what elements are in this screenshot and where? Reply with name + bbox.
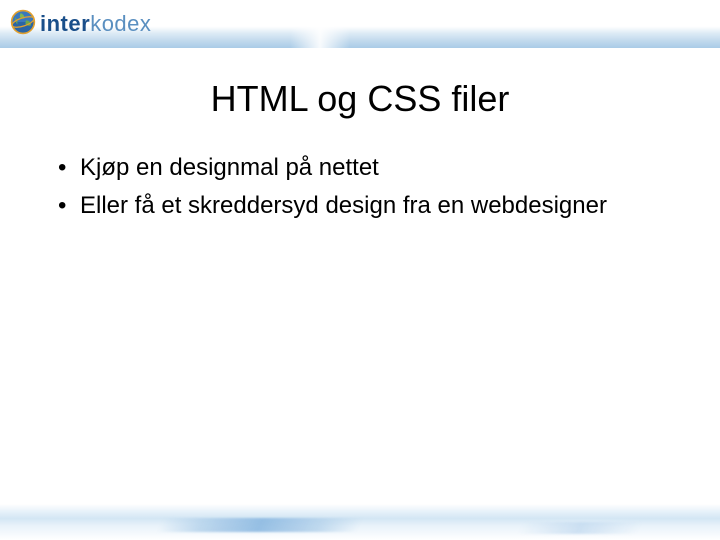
- slide-content: HTML og CSS filer Kjøp en designmal på n…: [0, 48, 720, 223]
- footer-accent: [517, 522, 643, 534]
- globe-icon: [10, 9, 36, 40]
- footer-accent: [157, 518, 364, 532]
- brand-part2: kodex: [90, 11, 151, 36]
- bullet-list: Kjøp en designmal på nettet Eller få et …: [40, 152, 680, 223]
- list-item: Eller få et skreddersyd design fra en we…: [58, 190, 680, 222]
- brand-logo: interkodex: [10, 9, 151, 40]
- header-bar: interkodex: [0, 0, 720, 48]
- slide-title: HTML og CSS filer: [40, 78, 680, 120]
- list-item: Kjøp en designmal på nettet: [58, 152, 680, 184]
- header-accent: [290, 0, 350, 48]
- brand-text: interkodex: [40, 11, 151, 37]
- footer-band: [0, 504, 720, 540]
- brand-part1: inter: [40, 11, 90, 36]
